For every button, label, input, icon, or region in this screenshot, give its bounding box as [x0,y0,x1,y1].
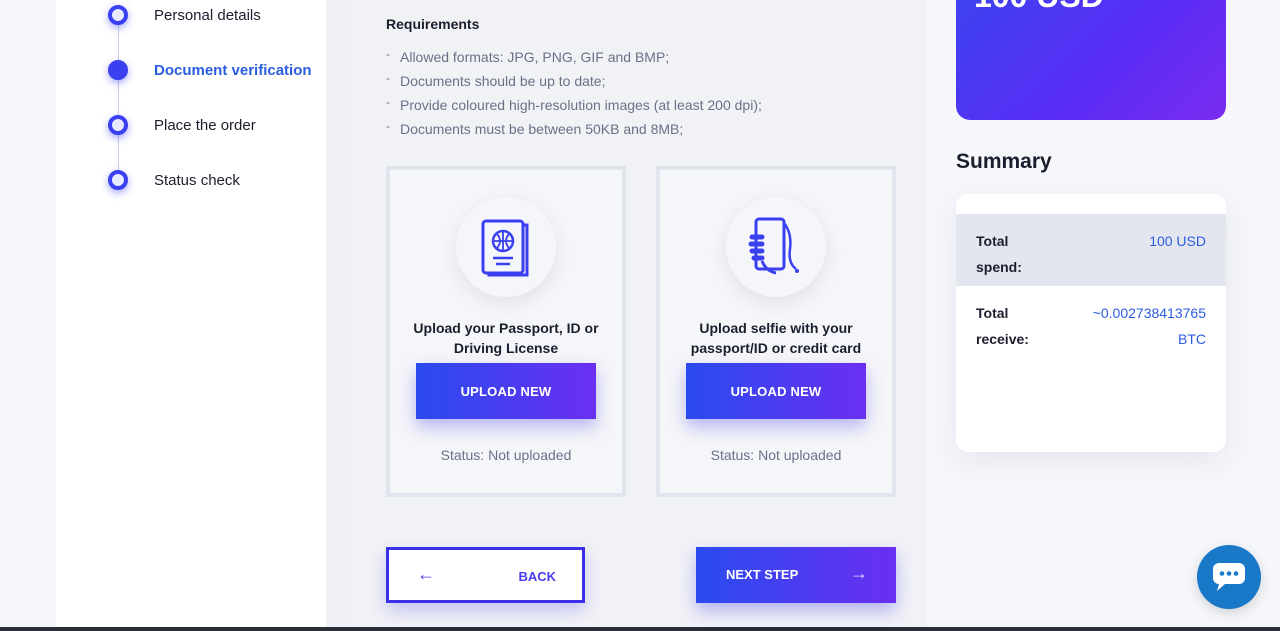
requirement-item: Documents should be up to date; [386,68,762,95]
column-gutter [326,0,356,631]
step-label: Place the order [154,116,256,134]
step-dot-active-icon [108,60,128,80]
chat-button[interactable] [1197,545,1261,609]
requirement-item: Provide coloured high-resolution images … [386,92,762,119]
next-step-label: NEXT STEP [726,567,799,582]
requirement-item: Documents must be between 50KB and 8MB; [386,116,762,143]
summary-value: ~0.002738413765 BTC [1092,305,1206,347]
upload-card-title: Upload your Passport, ID or Driving Lice… [413,320,599,356]
upload-passport-button[interactable]: UPLOAD NEW [416,363,596,419]
step-personal-details[interactable]: Personal details [108,5,261,25]
left-margin [0,0,56,631]
step-dot-icon [108,5,128,25]
summary-title: Summary [956,150,1052,173]
requirements-title: Requirements [386,16,480,32]
selfie-id-icon [748,217,799,275]
upload-status: Status: Not uploaded [710,447,842,463]
step-label: Status check [154,171,240,189]
summary-column: 100 USD Summary Total spend: 100 USD Tot… [926,0,1280,631]
step-dot-icon [108,115,128,135]
verification-panel: Requirements Allowed formats: JPG, PNG, … [356,0,926,631]
step-place-order[interactable]: Place the order [108,115,256,135]
upload-card-selfie: Upload selfie with your passport/ID or c… [656,166,896,497]
summary-card: Total spend: 100 USD Total receive: ~0.0… [956,194,1226,452]
summary-key: Total receive: [976,305,1029,347]
requirements-list: Allowed formats: JPG, PNG, GIF and BMP; … [386,44,762,143]
step-label-active: Document verification [154,61,312,79]
amount-card: 100 USD [956,0,1226,120]
step-document-verification[interactable]: Document verification [108,60,312,80]
step-status-check[interactable]: Status check [108,170,240,190]
upload-selfie-button[interactable]: UPLOAD NEW [686,363,866,419]
upload-status: Status: Not uploaded [440,447,572,463]
step-label: Personal details [154,6,261,24]
back-button[interactable]: ← BACK [386,547,585,603]
summary-row-receive: Total receive: ~0.002738413765 BTC [956,286,1226,366]
step-dot-icon [108,170,128,190]
requirement-item: Allowed formats: JPG, PNG, GIF and BMP; [386,44,762,71]
back-button-label: BACK [518,569,556,584]
chat-bubble-icon [1213,563,1245,591]
summary-key: Total spend: [976,233,1022,275]
passport-icon [481,219,529,277]
amount-value: 100 USD [974,0,1104,15]
icon-circle [456,197,556,297]
summary-row-spend: Total spend: 100 USD [956,214,1226,286]
arrow-left-icon: ← [417,564,435,584]
arrow-right-icon: → [850,563,868,583]
upload-card-passport: Upload your Passport, ID or Driving Lice… [386,166,626,497]
steps-sidebar: Personal details Document verification P… [56,0,326,631]
icon-circle [726,197,826,297]
summary-value: 100 USD [1149,233,1206,249]
upload-card-title: Upload selfie with your passport/ID or c… [690,320,862,356]
bottom-edge-bar [0,627,1280,631]
step-connector-line [118,15,119,180]
next-step-button[interactable]: NEXT STEP → [696,547,896,603]
